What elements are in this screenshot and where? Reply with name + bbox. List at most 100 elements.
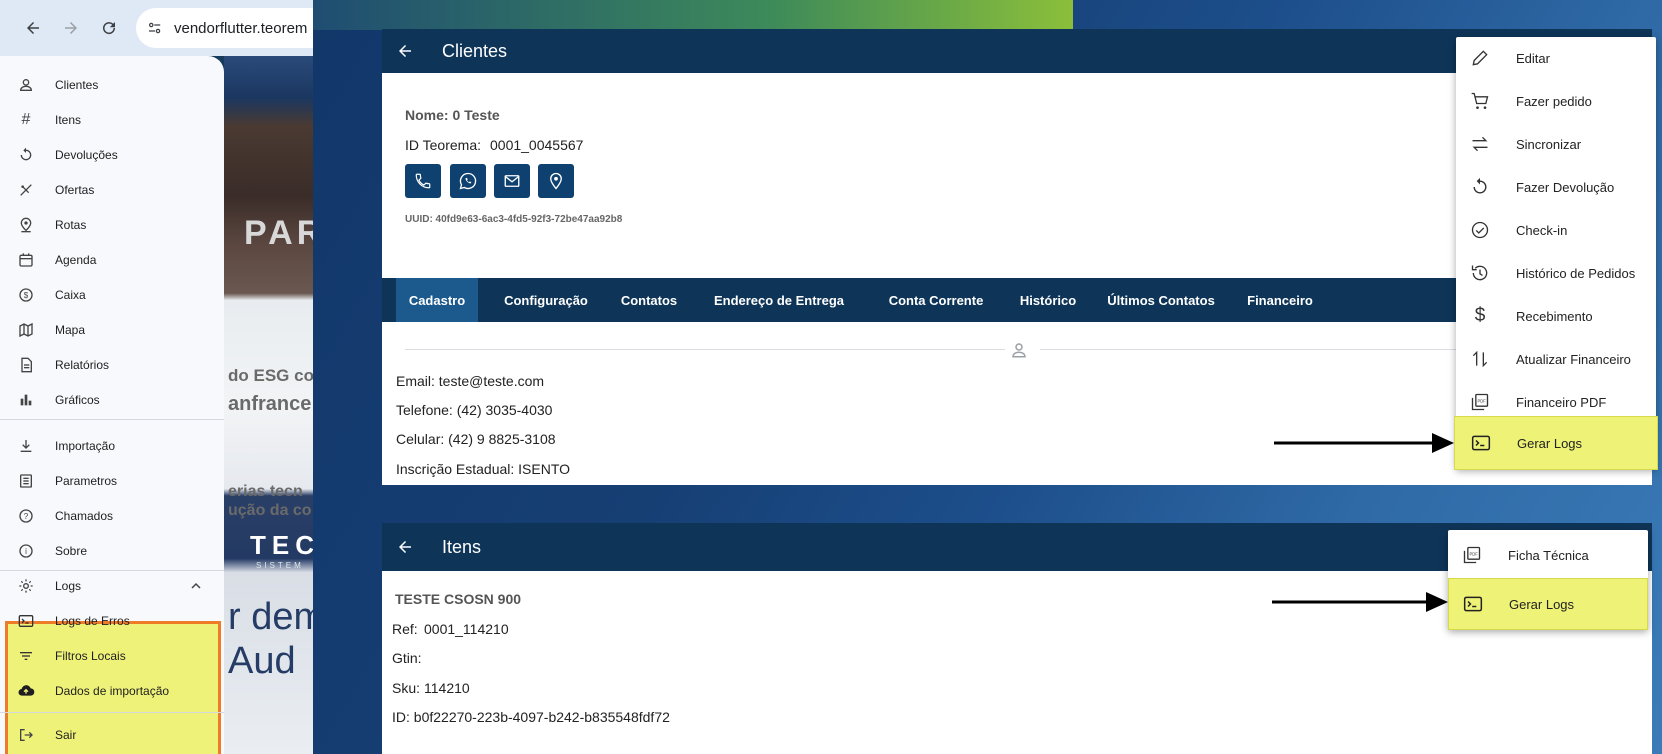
tab-configuracao[interactable]: Configuração xyxy=(494,278,598,322)
email-button[interactable] xyxy=(494,164,530,198)
tab-financeiro[interactable]: Financeiro xyxy=(1240,278,1320,322)
menu-item-sincronizar[interactable]: Sincronizar xyxy=(1456,123,1656,165)
menu-item-atualizar-financeiro[interactable]: Atualizar Financeiro xyxy=(1456,338,1656,380)
navigation-drawer: Clientes # Itens Devoluções Ofertas Rota… xyxy=(0,56,224,754)
forward-arrow-icon[interactable] xyxy=(52,9,90,47)
drawer-item-logs[interactable]: Logs xyxy=(0,568,224,603)
tab-ultimos-contatos[interactable]: Últimos Contatos xyxy=(1098,278,1224,322)
menu-item-label: Gerar Logs xyxy=(1509,596,1575,612)
bar-chart-icon xyxy=(17,391,35,409)
drawer-item-label: Rotas xyxy=(55,217,87,232)
drawer-item-parametros[interactable]: Parametros xyxy=(0,463,224,498)
background-text: r dem xyxy=(228,596,313,638)
person-icon xyxy=(1010,341,1028,359)
drawer-item-ofertas[interactable]: Ofertas xyxy=(0,172,224,207)
drawer-item-relatorios[interactable]: Relatórios xyxy=(0,347,224,382)
pencil-icon xyxy=(1468,46,1492,70)
drawer-item-logs-de-erros[interactable]: Logs de Erros xyxy=(0,603,224,638)
menu-item-label: Recebimento xyxy=(1516,308,1593,324)
item-ref-label: Ref: xyxy=(392,621,418,637)
itens-options-menu: PDF Ficha Técnica Gerar Logs xyxy=(1448,530,1648,630)
drawer-divider xyxy=(0,712,224,713)
drawer-item-graficos[interactable]: Gráficos xyxy=(0,382,224,417)
phone-icon xyxy=(414,172,432,190)
background-text: anfrance xyxy=(228,393,312,415)
swap-vertical-icon xyxy=(1468,347,1492,371)
item-gtin-label: Gtin: xyxy=(392,650,422,666)
site-settings-icon[interactable] xyxy=(146,19,164,37)
drawer-item-sair[interactable]: Sair xyxy=(0,717,224,752)
drawer-item-label: Mapa xyxy=(55,322,86,337)
svg-text:PDF: PDF xyxy=(1478,398,1487,403)
tab-historico[interactable]: Histórico xyxy=(1014,278,1082,322)
calendar-icon xyxy=(17,251,35,269)
drawer-item-itens[interactable]: # Itens xyxy=(0,102,224,137)
drawer-item-label: Ofertas xyxy=(55,182,95,197)
menu-item-ficha-tecnica[interactable]: PDF Ficha Técnica xyxy=(1448,534,1648,576)
drawer-item-filtros-locais[interactable]: Filtros Locais xyxy=(0,638,224,673)
history-icon xyxy=(1468,261,1492,285)
check-circle-icon xyxy=(1468,218,1492,242)
menu-item-check-in[interactable]: Check-in xyxy=(1456,209,1656,251)
menu-item-fazer-pedido[interactable]: Fazer pedido xyxy=(1456,80,1656,122)
client-name: Nome: 0 Teste xyxy=(405,107,500,123)
drawer-item-dados-de-importacao[interactable]: Dados de importação xyxy=(0,673,224,708)
drawer-item-label: Relatórios xyxy=(55,357,110,372)
menu-item-gerar-logs[interactable]: Gerar Logs xyxy=(1448,578,1648,630)
pdf-icon: PDF xyxy=(1468,390,1492,414)
drawer-item-rotas[interactable]: Rotas xyxy=(0,207,224,242)
background-text: PARA xyxy=(244,214,313,252)
menu-item-gerar-logs[interactable]: Gerar Logs xyxy=(1454,416,1658,470)
terminal-icon xyxy=(17,612,35,630)
filter-icon xyxy=(17,647,35,665)
tab-cadastro[interactable]: Cadastro xyxy=(396,278,478,322)
background-accent xyxy=(313,0,1073,30)
menu-item-recebimento[interactable]: $ Recebimento xyxy=(1456,295,1656,337)
drawer-item-caixa[interactable]: $ Caixa xyxy=(0,277,224,312)
tab-contatos[interactable]: Contatos xyxy=(614,278,684,322)
client-telefone: Telefone: (42) 3035-4030 xyxy=(396,402,553,418)
chevron-up-icon[interactable] xyxy=(190,580,202,592)
return-icon xyxy=(1468,175,1492,199)
menu-item-historico-de-pedidos[interactable]: Histórico de Pedidos xyxy=(1456,252,1656,294)
drawer-item-sobre[interactable]: i Sobre xyxy=(0,533,224,568)
dollar-icon: $ xyxy=(1474,305,1486,326)
section-divider xyxy=(405,349,1005,350)
background-text: TEC xyxy=(250,530,313,560)
reload-icon[interactable] xyxy=(90,9,128,47)
back-arrow-icon[interactable] xyxy=(396,42,414,60)
clientes-tabs: Cadastro Configuração Contatos Endereço … xyxy=(382,278,1562,322)
section-divider xyxy=(1040,349,1460,350)
page-title: Itens xyxy=(442,536,482,557)
location-button[interactable] xyxy=(538,164,574,198)
drawer-item-label: Agenda xyxy=(55,252,97,267)
drawer-item-mapa[interactable]: Mapa xyxy=(0,312,224,347)
svg-text:?: ? xyxy=(24,512,29,521)
menu-item-fazer-devolucao[interactable]: Fazer Devolução xyxy=(1456,166,1656,208)
drawer-item-clientes[interactable]: Clientes xyxy=(0,67,224,102)
drawer-item-label: Clientes xyxy=(55,77,99,92)
tab-conta-corrente[interactable]: Conta Corrente xyxy=(874,278,998,322)
menu-item-editar[interactable]: Editar xyxy=(1456,37,1656,79)
svg-text:i: i xyxy=(25,547,27,556)
drawer-item-devolucoes[interactable]: Devoluções xyxy=(0,137,224,172)
drawer-item-label: Sobre xyxy=(55,543,88,558)
whatsapp-button[interactable] xyxy=(450,164,486,198)
url-text[interactable]: vendorflutter.teorem xyxy=(174,20,307,37)
drawer-item-label: Parametros xyxy=(55,473,118,488)
call-button[interactable] xyxy=(405,164,441,198)
drawer-item-chamados[interactable]: ? Chamados xyxy=(0,498,224,533)
back-arrow-icon[interactable] xyxy=(14,9,52,47)
address-bar[interactable]: vendorflutter.teorem xyxy=(136,8,313,48)
menu-item-label: Histórico de Pedidos xyxy=(1516,265,1636,281)
tab-endereco-de-entrega[interactable]: Endereço de Entrega xyxy=(700,278,858,322)
client-celular: Celular: (42) 9 8825-3108 xyxy=(396,431,556,447)
client-uuid: UUID: 40fd9e63-6ac3-4fd5-92f3-72be47aa92… xyxy=(405,214,623,225)
client-id-label: ID Teorema: xyxy=(405,137,481,153)
drawer-item-label: Logs de Erros xyxy=(55,613,130,628)
menu-item-label: Atualizar Financeiro xyxy=(1516,351,1631,367)
drawer-item-agenda[interactable]: Agenda xyxy=(0,242,224,277)
drawer-item-importacao[interactable]: Importação xyxy=(0,428,224,463)
back-arrow-icon[interactable] xyxy=(396,538,414,556)
pdf-icon: PDF xyxy=(1460,543,1484,567)
